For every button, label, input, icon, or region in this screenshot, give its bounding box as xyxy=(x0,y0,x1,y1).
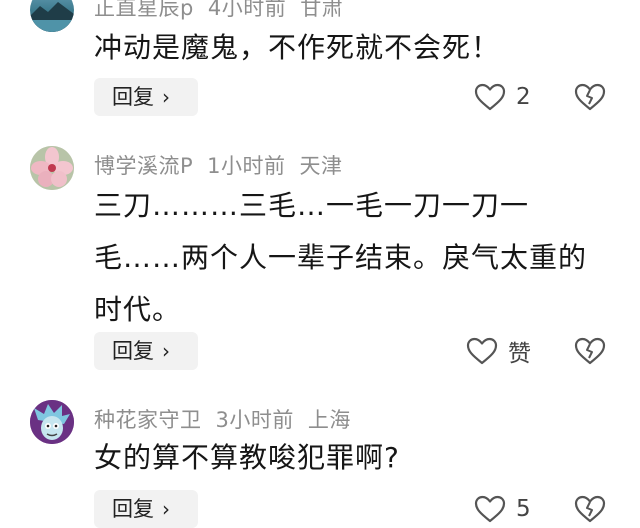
reply-label: 回复 xyxy=(112,497,154,521)
location: 天津 xyxy=(299,154,343,178)
reply-label: 回复 xyxy=(112,85,154,109)
heart-icon xyxy=(466,337,498,365)
reply-label: 回复 xyxy=(112,339,154,363)
timestamp: 3小时前 xyxy=(215,408,294,432)
like-button[interactable]: 5 xyxy=(474,490,531,528)
broken-heart-icon[interactable] xyxy=(574,494,606,524)
like-label: 赞 xyxy=(508,341,531,367)
broken-heart-icon[interactable] xyxy=(574,82,606,112)
comment-meta: 种花家守卫 3小时前 上海 xyxy=(94,404,365,434)
timestamp: 1小时前 xyxy=(207,154,286,178)
like-count: 5 xyxy=(516,496,531,522)
chevron-right-icon: › xyxy=(162,85,170,109)
avatar[interactable] xyxy=(30,400,74,444)
comment-text: 三刀………三毛…一毛一刀一刀一毛……两个人一辈子结束。戾气太重的时代。 xyxy=(94,189,588,326)
heart-icon xyxy=(474,495,506,523)
cartoon-character-avatar-image xyxy=(30,400,74,444)
reply-button[interactable]: 回复 › xyxy=(94,490,198,528)
comment-meta: 博学溪流P 1小时前 天津 xyxy=(94,150,357,180)
reply-button[interactable]: 回复 › xyxy=(94,78,198,116)
heart-icon xyxy=(474,83,506,111)
like-button[interactable]: 2 xyxy=(474,78,531,116)
reply-button[interactable]: 回复 › xyxy=(94,332,198,370)
like-count: 2 xyxy=(516,84,531,110)
chevron-right-icon: › xyxy=(162,339,170,363)
timestamp: 4小时前 xyxy=(207,0,287,20)
location: 甘肃 xyxy=(300,0,344,20)
username[interactable]: 博学溪流P xyxy=(94,154,193,178)
comment-text: 女的算不算教唆犯罪啊? xyxy=(94,441,400,474)
location: 上海 xyxy=(307,408,351,432)
chevron-right-icon: › xyxy=(162,497,170,521)
username[interactable]: 正直星辰p xyxy=(94,0,194,20)
comment-text: 冲动是魔鬼，不作死就不会死！ xyxy=(94,31,501,64)
like-button[interactable]: 赞 xyxy=(466,332,531,370)
avatar[interactable] xyxy=(30,0,74,32)
comment-meta: 正直星辰p 4小时前 甘肃 xyxy=(94,0,357,22)
lake-landscape-avatar-image xyxy=(30,2,74,32)
avatar[interactable] xyxy=(30,146,74,190)
pink-flower-avatar-image xyxy=(30,146,74,190)
username[interactable]: 种花家守卫 xyxy=(94,408,202,432)
broken-heart-icon[interactable] xyxy=(574,336,606,366)
